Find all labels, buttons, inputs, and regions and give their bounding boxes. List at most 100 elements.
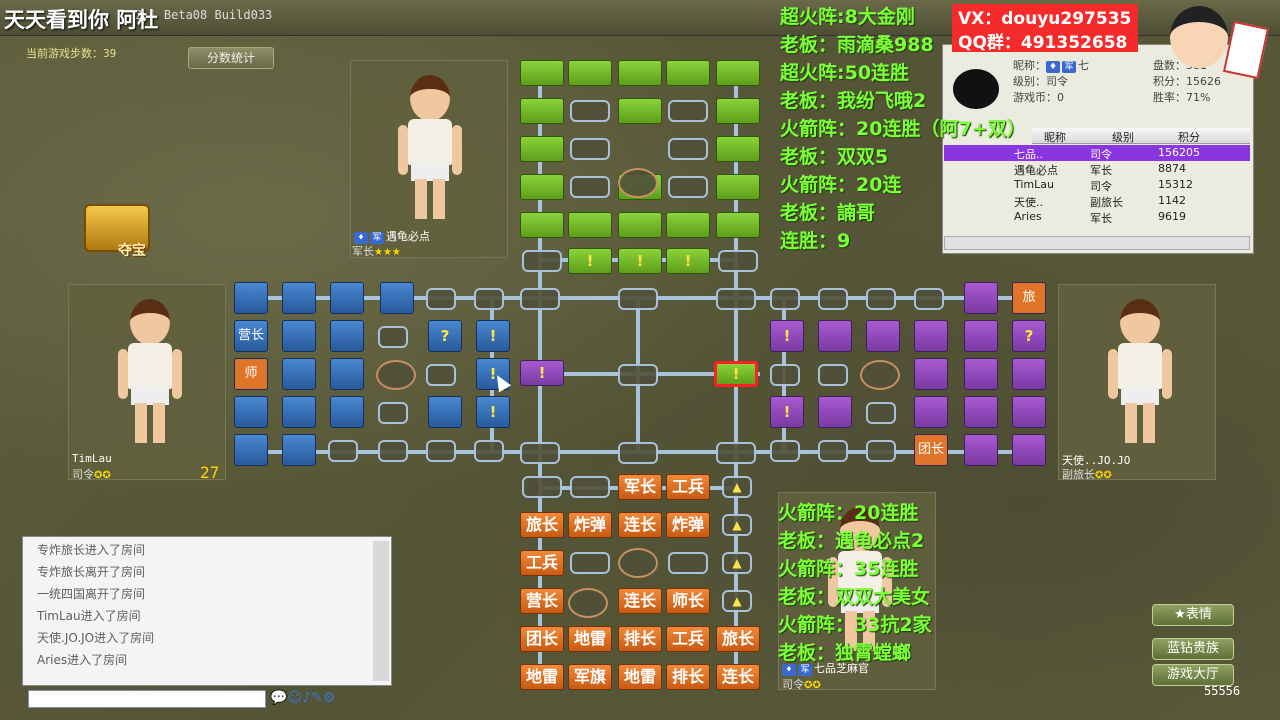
piece-blue[interactable]: ! [476, 320, 510, 352]
board-slot[interactable] [668, 138, 708, 160]
board-slot[interactable] [426, 440, 456, 462]
piece-orange[interactable]: 排长 [618, 626, 662, 652]
piece-green-hidden[interactable] [716, 136, 760, 162]
smiley-icon[interactable]: ☺ [287, 690, 302, 706]
board-slot[interactable] [716, 288, 756, 310]
piece-orange[interactable]: 地雷 [618, 664, 662, 690]
player-row[interactable]: TimLau 司令 15312 [944, 177, 1250, 193]
piece-orange[interactable]: 炸弹 [568, 512, 612, 538]
board-slot[interactable] [570, 476, 610, 498]
piece-green-hidden[interactable] [568, 212, 612, 238]
piece-purple[interactable] [1012, 434, 1046, 466]
col-level[interactable]: 级别 [1112, 129, 1134, 145]
piece-purple[interactable] [1012, 358, 1046, 390]
move-target-arrow-icon[interactable]: ▲ [722, 514, 752, 536]
piece-purple[interactable]: ! [770, 320, 804, 352]
piece-orange[interactable]: 炸弹 [666, 512, 710, 538]
board-slot[interactable] [716, 442, 756, 464]
board-slot[interactable] [522, 476, 562, 498]
piece-orange[interactable]: 团长 [520, 626, 564, 652]
player-row[interactable]: Aries 军长 9619 [944, 209, 1250, 225]
piece-purple[interactable] [914, 358, 948, 390]
piece-orange[interactable]: 军旗 [568, 664, 612, 690]
piece-orange[interactable]: 排长 [666, 664, 710, 690]
piece-purple-hidden[interactable]: ! [520, 360, 564, 386]
piece-purple[interactable] [818, 320, 852, 352]
piece-orange[interactable]: 连长 [618, 588, 662, 614]
board-slot[interactable] [570, 100, 610, 122]
piece-blue[interactable] [234, 396, 268, 428]
piece-green-hidden[interactable] [520, 212, 564, 238]
board-slot[interactable] [668, 552, 708, 574]
piece-orange[interactable]: 工兵 [666, 626, 710, 652]
board-slot[interactable] [866, 402, 896, 424]
piece-orange[interactable]: 营长 [520, 588, 564, 614]
piece-purple[interactable] [866, 320, 900, 352]
volume-icon[interactable]: ♪ [302, 690, 311, 706]
chat-bubble-icon[interactable]: 💬 [270, 690, 287, 706]
piece-green-hidden[interactable] [618, 60, 662, 86]
piece-orange[interactable]: 旅长 [520, 512, 564, 538]
piece-purple[interactable] [818, 396, 852, 428]
piece-orange[interactable]: 师长 [666, 588, 710, 614]
emote-button[interactable]: ★表情 [1152, 604, 1234, 626]
piece-purple[interactable] [964, 434, 998, 466]
piece-blue[interactable] [282, 320, 316, 352]
board-slot[interactable] [426, 288, 456, 310]
board-slot[interactable] [818, 288, 848, 310]
piece-blue[interactable] [282, 358, 316, 390]
piece-blue[interactable] [330, 320, 364, 352]
player-row[interactable]: 天使.. 副旅长 1142 [944, 193, 1250, 209]
board-slot[interactable] [770, 440, 800, 462]
hall-button[interactable]: 游戏大厅 [1152, 664, 1234, 686]
board-slot[interactable] [522, 250, 562, 272]
col-score[interactable]: 积分 [1178, 129, 1200, 145]
piece-blue[interactable] [330, 358, 364, 390]
piece-green-hidden[interactable] [520, 98, 564, 124]
board-slot[interactable] [818, 440, 848, 462]
board-slot[interactable] [718, 250, 758, 272]
piece-purple[interactable]: ! [770, 396, 804, 428]
piece-blue[interactable]: ! [476, 396, 510, 428]
board-slot[interactable] [618, 364, 658, 386]
piece-green-hidden[interactable] [716, 212, 760, 238]
board-slot[interactable] [378, 402, 408, 424]
move-target-arrow-icon[interactable]: ▲ [722, 590, 752, 612]
board-slot[interactable] [866, 440, 896, 462]
piece-blue[interactable] [428, 396, 462, 428]
piece-blue[interactable] [330, 282, 364, 314]
piece-green-hidden[interactable] [716, 98, 760, 124]
player-list-scrollbar[interactable] [944, 236, 1250, 250]
piece-purple[interactable]: 旅 [1012, 282, 1046, 314]
piece-orange[interactable]: 旅长 [716, 626, 760, 652]
piece-purple[interactable] [964, 358, 998, 390]
diamond-button[interactable]: 蓝钻贵族 [1152, 638, 1234, 660]
board-slot[interactable] [914, 288, 944, 310]
piece-green-selected[interactable]: ! [714, 361, 758, 387]
board-slot[interactable] [426, 364, 456, 386]
piece-purple[interactable]: 团长 [914, 434, 948, 466]
piece-purple[interactable] [964, 396, 998, 428]
board-slot[interactable] [618, 442, 658, 464]
piece-purple[interactable] [964, 282, 998, 314]
piece-green-hidden[interactable]: ! [568, 248, 612, 274]
board-slot[interactable] [770, 364, 800, 386]
settings-icon[interactable]: ⚙ [323, 690, 336, 706]
piece-orange[interactable]: 工兵 [520, 550, 564, 576]
board-slot[interactable] [474, 440, 504, 462]
piece-green-hidden[interactable]: ! [618, 248, 662, 274]
piece-blue[interactable] [380, 282, 414, 314]
piece-green-hidden[interactable] [618, 98, 662, 124]
board-slot[interactable] [866, 288, 896, 310]
piece-blue[interactable]: ? [428, 320, 462, 352]
wrench-icon[interactable]: ✎ [311, 690, 323, 706]
piece-orange[interactable]: 地雷 [520, 664, 564, 690]
chat-scrollbar[interactable] [373, 541, 389, 681]
piece-green-hidden[interactable] [520, 174, 564, 200]
camp-slot[interactable] [568, 588, 608, 618]
board-slot[interactable] [378, 326, 408, 348]
piece-green-hidden[interactable] [520, 136, 564, 162]
player-row[interactable]: 七品.. 司令 156205 [944, 145, 1250, 161]
piece-green-hidden[interactable] [716, 60, 760, 86]
piece-green-hidden[interactable] [716, 174, 760, 200]
